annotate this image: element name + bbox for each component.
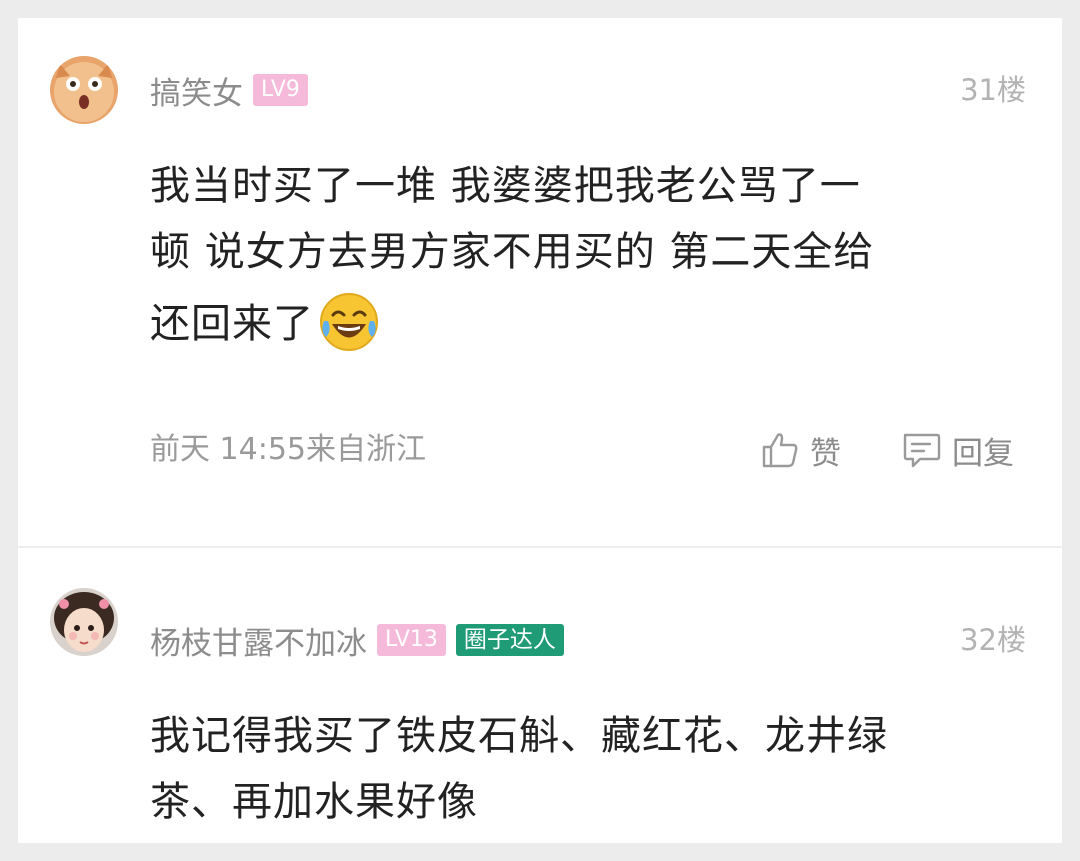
user-info: 搞笑女 LV9 [150, 68, 308, 112]
expert-badge: 圈子达人 [455, 624, 564, 656]
comment-line: 我当时买了一堆 我婆婆把我老公骂了一 [150, 163, 861, 209]
comment-meta: 前天 14:55来自浙江 [150, 432, 426, 467]
comment-bubble-icon [900, 429, 942, 471]
comment-line: 茶、再加水果好像 [150, 779, 478, 825]
level-badge: LV13 [377, 624, 446, 656]
reply-label: 回复 [952, 435, 1014, 472]
level-badge: LV9 [253, 74, 308, 106]
comment-line: 我记得我买了铁皮石斛、藏红花、龙井绿 [150, 713, 888, 759]
username[interactable]: 杨枝甘露不加冰 [150, 618, 367, 663]
comment-text[interactable]: 我记得我买了铁皮石斛、藏红花、龙井绿 茶、再加水果好像 [150, 703, 1000, 835]
comment-line: 顿 说女方去男方家不用买的 第二天全给 [150, 229, 875, 275]
comment-line-with-emoji: 还回来了 [150, 291, 1000, 357]
like-button[interactable]: 赞 [760, 428, 841, 472]
comment-item: 搞笑女 LV9 31楼 我当时买了一堆 我婆婆把我老公骂了一 顿 说女方去男方家… [18, 18, 1062, 546]
floor-number: 31楼 [960, 73, 1026, 107]
reply-button[interactable]: 回复 [900, 428, 1014, 472]
avatar[interactable] [50, 588, 118, 656]
comment-item: 杨枝甘露不加冰 LV13 圈子达人 32楼 我记得我买了铁皮石斛、藏红花、龙井绿… [18, 548, 1062, 843]
comment-list: 搞笑女 LV9 31楼 我当时买了一堆 我婆婆把我老公骂了一 顿 说女方去男方家… [18, 18, 1062, 843]
comment-text[interactable]: 我当时买了一堆 我婆婆把我老公骂了一 顿 说女方去男方家不用买的 第二天全给 还… [150, 153, 1000, 357]
floor-number: 32楼 [960, 623, 1026, 657]
comment-line: 还回来了 [150, 301, 314, 347]
user-info: 杨枝甘露不加冰 LV13 圈子达人 [150, 618, 564, 662]
avatar[interactable] [50, 56, 118, 124]
username[interactable]: 搞笑女 [150, 68, 243, 113]
thumbs-up-icon [760, 430, 800, 470]
laughing-tears-emoji-icon [318, 291, 380, 353]
like-label: 赞 [810, 435, 841, 472]
